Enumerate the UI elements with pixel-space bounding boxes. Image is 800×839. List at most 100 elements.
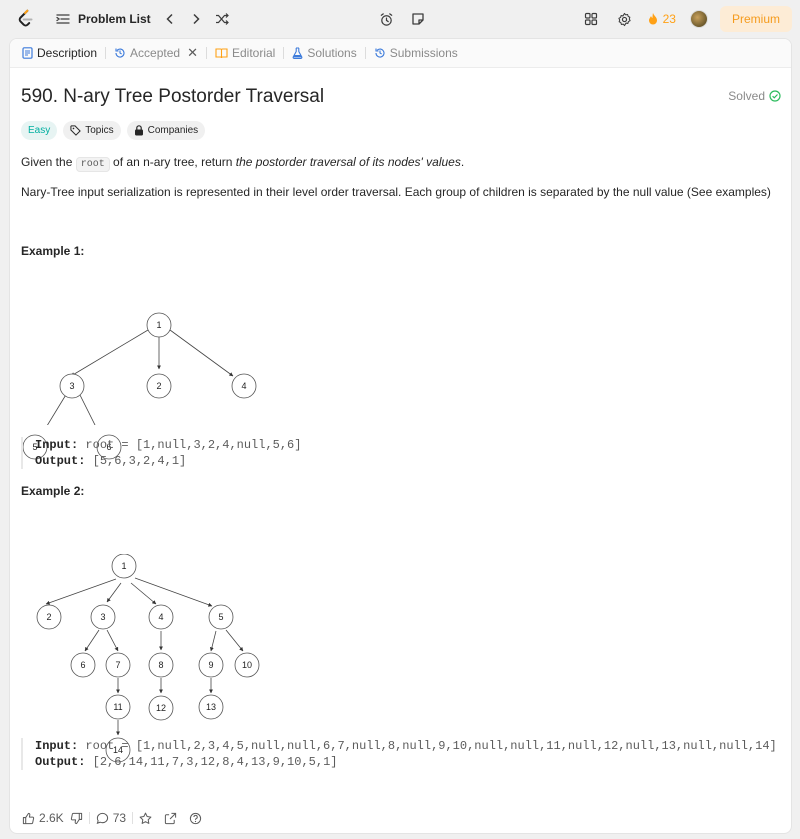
history-icon bbox=[375, 48, 385, 58]
companies-label: Companies bbox=[147, 125, 199, 136]
example-1-input: root = [1,null,3,2,4,null,5,6] bbox=[85, 438, 302, 452]
input-label: Input: bbox=[35, 739, 79, 753]
example-2-io: Input: root = [1,null,2,3,4,5,null,null,… bbox=[21, 738, 777, 770]
premium-button[interactable]: Premium bbox=[719, 6, 792, 32]
tab-divider bbox=[364, 47, 366, 59]
tag-icon bbox=[70, 125, 82, 136]
settings-button[interactable] bbox=[612, 6, 638, 32]
tab-editorial[interactable]: Editorial bbox=[211, 39, 279, 68]
chevron-right-icon bbox=[193, 13, 200, 25]
topics-button[interactable]: Topics bbox=[63, 121, 121, 140]
tree1-node: 1 bbox=[156, 320, 161, 330]
book-icon bbox=[215, 48, 228, 59]
comments-button[interactable]: 73 bbox=[90, 806, 132, 830]
note-icon bbox=[412, 13, 424, 25]
leetcode-logo[interactable] bbox=[15, 8, 37, 30]
tag-chips: Easy Topics Companies bbox=[21, 121, 206, 140]
like-count: 2.6K bbox=[39, 811, 64, 825]
tab-description-label: Description bbox=[37, 46, 98, 60]
favorite-button[interactable] bbox=[133, 806, 158, 830]
star-icon bbox=[139, 812, 152, 824]
tree2-node: 3 bbox=[100, 612, 105, 622]
close-icon[interactable]: ✕ bbox=[187, 45, 198, 61]
example-2-output: [2,6,14,11,7,3,12,8,4,13,9,10,5,1] bbox=[92, 755, 338, 769]
companies-button[interactable]: Companies bbox=[126, 121, 206, 140]
share-button[interactable] bbox=[158, 806, 183, 830]
topics-label: Topics bbox=[85, 125, 114, 136]
timer-button[interactable] bbox=[372, 6, 400, 32]
streak-counter[interactable]: 23 bbox=[646, 12, 676, 26]
chevron-left-icon bbox=[166, 13, 173, 25]
thumbs-down-icon bbox=[70, 812, 82, 824]
tree2-node: 12 bbox=[156, 703, 166, 713]
tree1-node: 3 bbox=[69, 381, 74, 391]
comment-count: 73 bbox=[112, 811, 127, 825]
tab-submissions-label: Submissions bbox=[389, 46, 458, 60]
tree2-node: 10 bbox=[242, 660, 252, 670]
solved-status: Solved bbox=[728, 89, 781, 103]
help-button[interactable] bbox=[183, 806, 208, 830]
history-icon bbox=[115, 48, 125, 58]
next-problem-button[interactable] bbox=[183, 6, 209, 32]
tree2-node: 6 bbox=[80, 660, 85, 670]
tree2-node: 2 bbox=[46, 612, 51, 622]
problem-title[interactable]: 590. N-ary Tree Postorder Traversal bbox=[21, 86, 324, 107]
share-icon bbox=[164, 812, 177, 824]
streak-count: 23 bbox=[662, 12, 676, 26]
tree2-node: 1 bbox=[121, 561, 126, 571]
tree2-node: 13 bbox=[206, 702, 216, 712]
description-panel: Description Accepted ✕ Editorial Solutio… bbox=[9, 38, 792, 834]
tree2-node: 4 bbox=[158, 612, 163, 622]
flask-icon bbox=[292, 47, 303, 59]
tab-editorial-label: Editorial bbox=[231, 46, 276, 60]
notes-button[interactable] bbox=[404, 6, 432, 32]
panel-tabs: Description Accepted ✕ Editorial Solutio… bbox=[10, 39, 791, 68]
problem-content: 590. N-ary Tree Postorder Traversal Solv… bbox=[10, 68, 791, 803]
output-label: Output: bbox=[35, 454, 86, 468]
problem-statement: Given the root of an n-ary tree, return … bbox=[21, 154, 781, 173]
tab-solutions-label: Solutions bbox=[307, 46, 357, 60]
check-circle-icon bbox=[769, 90, 781, 102]
serialization-note: Nary-Tree input serialization is represe… bbox=[21, 185, 771, 199]
tab-submissions[interactable]: Submissions bbox=[370, 39, 462, 68]
input-label: Input: bbox=[35, 438, 79, 452]
inline-code-root: root bbox=[75, 157, 110, 172]
like-button[interactable]: 2.6K bbox=[16, 806, 70, 830]
title-row: 590. N-ary Tree Postorder Traversal Solv… bbox=[21, 86, 781, 110]
tab-accepted-label: Accepted bbox=[130, 46, 181, 60]
tab-accepted[interactable]: Accepted ✕ bbox=[110, 39, 202, 68]
tree2-node: 11 bbox=[113, 702, 122, 712]
prev-problem-button[interactable] bbox=[157, 6, 183, 32]
tab-description[interactable]: Description bbox=[18, 39, 101, 68]
difficulty-badge: Easy bbox=[21, 121, 58, 140]
tree2-node: 7 bbox=[115, 660, 120, 670]
solved-label: Solved bbox=[728, 89, 765, 103]
random-problem-button[interactable] bbox=[209, 6, 235, 32]
top-navbar: Problem List 23 Premium bbox=[0, 0, 800, 38]
problem-list-button[interactable]: Problem List bbox=[50, 6, 157, 32]
example-1-io: Input: root = [1,null,3,2,4,null,5,6] Ou… bbox=[21, 437, 301, 469]
statement-emphasis: the postorder traversal of its nodes' va… bbox=[235, 155, 461, 169]
tab-solutions[interactable]: Solutions bbox=[288, 39, 360, 68]
tab-divider bbox=[105, 47, 107, 59]
list-icon bbox=[56, 14, 70, 24]
grid-icon bbox=[584, 12, 597, 26]
gear-icon bbox=[618, 12, 631, 26]
comment-icon bbox=[96, 812, 108, 824]
description-icon bbox=[22, 47, 33, 59]
shuffle-icon bbox=[215, 13, 229, 25]
alarm-clock-icon bbox=[380, 12, 392, 26]
tree2-node: 9 bbox=[208, 660, 213, 670]
example-1-title: Example 1: bbox=[21, 244, 85, 258]
example-1-output: [5,6,3,2,4,1] bbox=[92, 454, 187, 468]
statement-end: . bbox=[460, 155, 465, 169]
tab-divider bbox=[205, 47, 207, 59]
tree1-node: 4 bbox=[241, 381, 246, 391]
statement-mid: of an n-ary tree, return bbox=[109, 155, 236, 169]
dislike-button[interactable] bbox=[70, 806, 89, 830]
tree2-node: 5 bbox=[218, 612, 223, 622]
statement-pre: Given the bbox=[21, 155, 76, 169]
avatar[interactable] bbox=[689, 10, 708, 28]
layout-button[interactable] bbox=[578, 6, 604, 32]
example-2-title: Example 2: bbox=[21, 484, 85, 498]
